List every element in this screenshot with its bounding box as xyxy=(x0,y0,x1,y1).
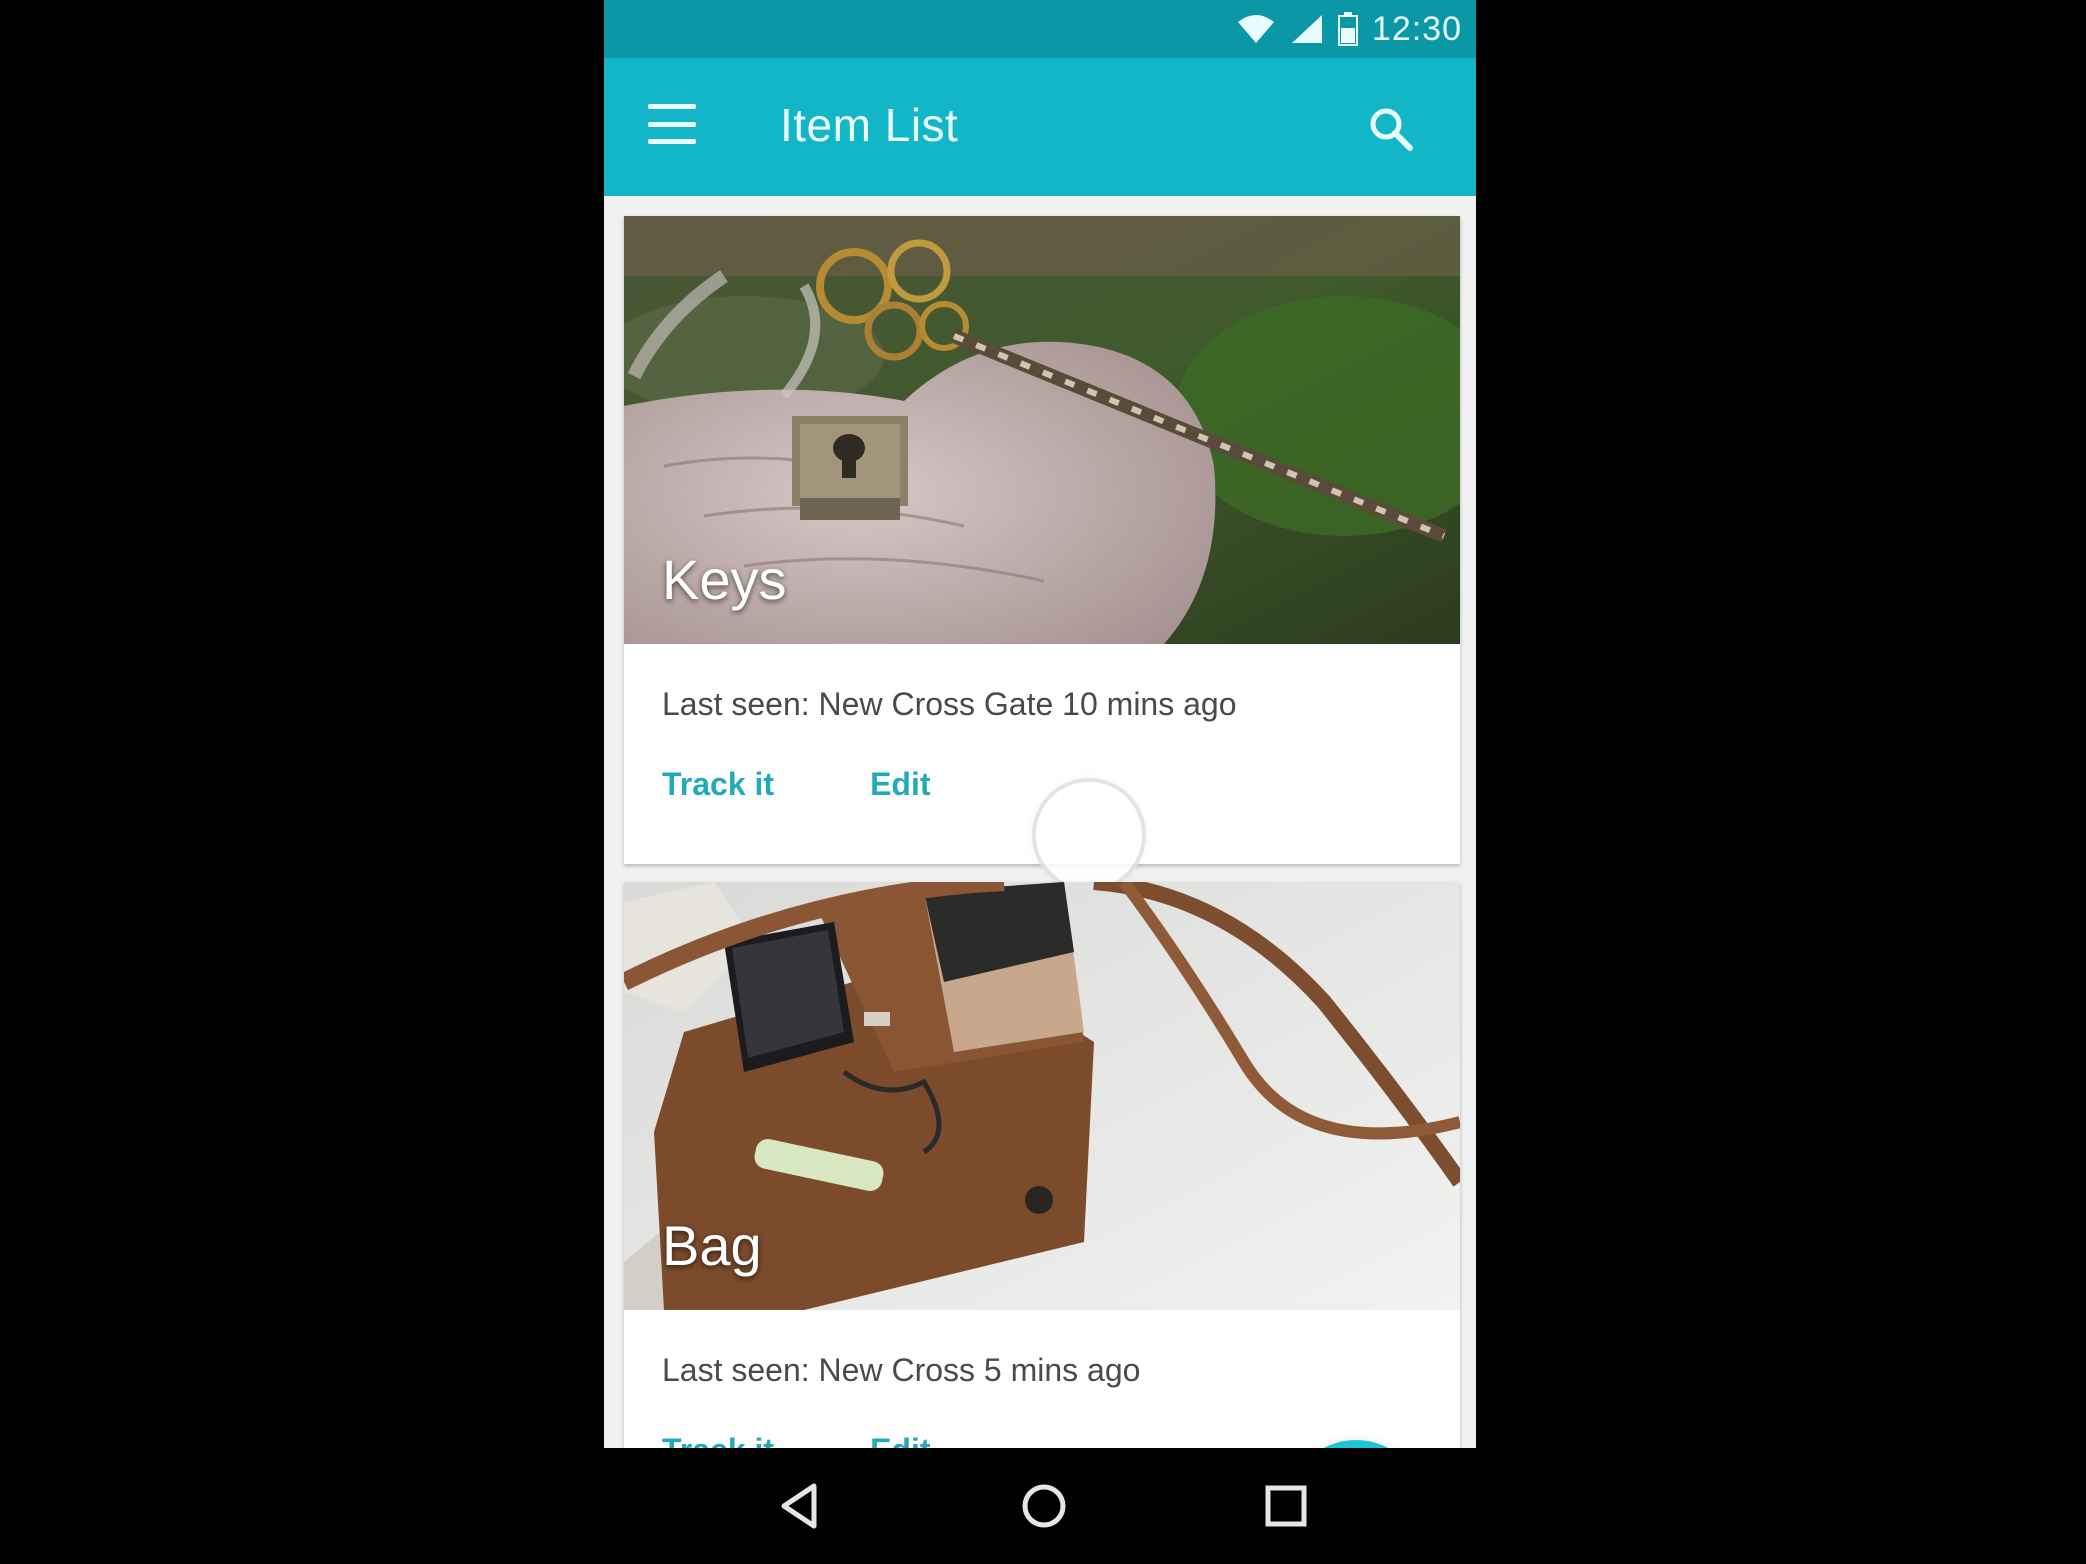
navigation-bar xyxy=(604,1448,1476,1564)
wifi-icon xyxy=(1237,15,1274,43)
battery-icon xyxy=(1337,12,1358,46)
bag-image: Bag xyxy=(624,882,1460,1310)
keys-image: Keys xyxy=(624,216,1460,644)
item-list[interactable]: Keys Last seen: New Cross Gate 10 mins a… xyxy=(604,196,1476,1448)
home-icon[interactable] xyxy=(1016,1478,1072,1534)
card-actions-keys: Track it Edit xyxy=(662,766,931,803)
app-title: Item List xyxy=(780,99,959,151)
status-icons: 12:30 xyxy=(1236,6,1462,52)
app-bar: Item List xyxy=(604,58,1476,196)
card-subtitle-bag: Last seen: New Cross 5 mins ago xyxy=(662,1352,1141,1388)
card-actions-bag: Track it Edit xyxy=(662,1432,931,1448)
status-time: 12:30 xyxy=(1371,9,1462,48)
card-title-bag: Bag xyxy=(662,1214,762,1277)
recents-icon[interactable] xyxy=(1258,1478,1314,1534)
edit-button[interactable]: Edit xyxy=(870,766,930,803)
item-card-keys[interactable]: Keys Last seen: New Cross Gate 10 mins a… xyxy=(624,216,1460,888)
search-icon[interactable] xyxy=(1366,104,1416,154)
cell-signal-icon xyxy=(1291,15,1322,43)
phone-screen: 12:30 Item List Keys Last seen: New Cros… xyxy=(604,0,1476,1564)
status-bar: 12:30 xyxy=(604,0,1476,58)
touch-indicator xyxy=(1036,782,1142,888)
card-title-keys: Keys xyxy=(662,548,787,611)
track-it-button[interactable]: Track it xyxy=(662,766,774,803)
card-subtitle-keys: Last seen: New Cross Gate 10 mins ago xyxy=(662,686,1237,722)
back-icon[interactable] xyxy=(772,1478,828,1534)
item-card-bag[interactable]: Bag Last seen: New Cross 5 mins ago Trac… xyxy=(624,882,1460,1448)
track-it-button[interactable]: Track it xyxy=(662,1432,774,1448)
edit-button[interactable]: Edit xyxy=(870,1432,930,1448)
hamburger-menu-icon[interactable] xyxy=(648,104,696,144)
